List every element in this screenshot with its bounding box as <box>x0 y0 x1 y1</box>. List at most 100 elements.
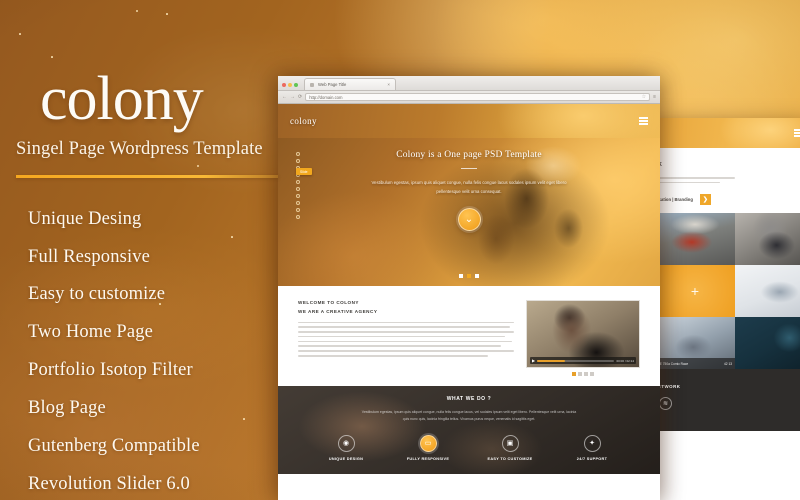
bookmark-star-icon[interactable]: ☆ <box>642 94 646 100</box>
tile-caption-text: LE 750a Comic Race <box>658 361 689 366</box>
portfolio-grid: + LE 750a Comic Race 42 13 <box>655 213 800 370</box>
browser-menu-icon[interactable]: ≡ <box>653 94 656 100</box>
our-work-heading: OUR WORK <box>655 162 800 168</box>
url-input[interactable]: http://domain.com ☆ <box>305 93 651 101</box>
red-car-tile[interactable] <box>655 213 735 266</box>
service-item-easy-to-customize[interactable]: ▣ EASY TO CUSTOMIZE <box>481 434 539 461</box>
mockup-logo[interactable]: colony <box>290 116 317 126</box>
skateboard-tile[interactable] <box>735 213 800 266</box>
service-label: UNIQUE DESIGN <box>328 456 364 461</box>
tab-title: Web Page Title <box>318 82 347 87</box>
carousel-dot[interactable] <box>584 372 588 376</box>
hero-paragraph: Vestibulum egestas, ipsum quis aliquet c… <box>371 180 567 195</box>
close-window-icon[interactable] <box>282 83 286 87</box>
browser-tab[interactable]: Web Page Title × <box>304 78 396 90</box>
scroll-down-button[interactable]: ⌄ <box>457 208 481 232</box>
carousel-dot[interactable] <box>590 372 594 376</box>
play-icon[interactable]: ▶ <box>532 358 535 363</box>
service-item-support[interactable]: ✦ 24/7 SUPPORT <box>563 434 621 461</box>
service-label: EASY TO CUSTOMIZE <box>487 456 533 461</box>
social-network-heading: SOCIAL NETWORK <box>655 384 681 390</box>
slider-rail-nav[interactable] <box>292 152 304 244</box>
carousel-dot-active[interactable] <box>467 274 471 278</box>
portfolio-filter-bar[interactable]: Design | Web Application | Branding ❯ <box>655 194 800 206</box>
video-controls[interactable]: ▶ 00:00 / 02:14 <box>530 357 636 364</box>
mockup-hero-section: Slide Colony is a One page PSD Template … <box>278 138 660 286</box>
service-item-unique-design[interactable]: ◉ UNIQUE DESIGN <box>317 434 375 461</box>
url-text: http://domain.com <box>309 94 343 100</box>
camera-icon: ▣ <box>501 434 519 452</box>
hamburger-icon[interactable] <box>639 116 648 126</box>
feature-item: Full Responsive <box>28 246 150 267</box>
video-timestamp: 00:00 / 02:14 <box>616 358 634 363</box>
night-landscape-tile[interactable] <box>735 317 800 370</box>
browser-toolbar: ← → ⟳ http://domain.com ☆ ≡ <box>278 91 660 104</box>
reload-icon[interactable]: ⟳ <box>298 94 302 100</box>
carousel-dot-active[interactable] <box>572 372 576 376</box>
megaphone-icon: ✦ <box>583 434 601 452</box>
back-icon[interactable]: ← <box>282 94 287 100</box>
tile-caption-bar: LE 750a Comic Race 42 13 <box>655 358 735 370</box>
feature-item: Gutenberg Compatible <box>28 435 200 456</box>
right-mockup-header <box>655 118 800 148</box>
close-tab-icon[interactable]: × <box>387 82 390 87</box>
lion-background-image <box>453 143 645 281</box>
mockup-welcome-section: WELCOME TO COLONY WE ARE A CREATIVE AGEN… <box>278 286 660 386</box>
brand-tagline: Singel Page Wordpress Template <box>16 139 263 159</box>
orange-add-tile[interactable]: + <box>655 265 735 318</box>
social-icon-row: t f ≋ <box>655 397 800 411</box>
hero-heading: Colony is a One page PSD Template <box>396 150 542 160</box>
eye-icon: ◉ <box>337 434 355 452</box>
carousel-dot[interactable] <box>475 274 479 278</box>
tile-meta: 42 13 <box>724 361 732 366</box>
portfolio-filter-labels[interactable]: Design | Web Application | Branding <box>655 197 693 202</box>
welcome-text-column: WELCOME TO COLONY WE ARE A CREATIVE AGEN… <box>298 300 514 376</box>
browser-tab-strip: Web Page Title × <box>278 76 660 91</box>
what-we-do-items: ◉ UNIQUE DESIGN ▭ FULLY RESPONSIVE ▣ EAS… <box>317 434 621 461</box>
carousel-dot[interactable] <box>459 274 463 278</box>
right-browser-mockup: OUR WORK Design | Web Application | Bran… <box>655 118 800 500</box>
feature-list: Unique Desing Full Responsive Easy to cu… <box>28 200 282 500</box>
right-mockup-work-section: OUR WORK Design | Web Application | Bran… <box>655 148 800 214</box>
welcome-heading: WE ARE A CREATIVE AGENCY <box>298 308 378 314</box>
jet-tile[interactable] <box>735 265 800 318</box>
left-info-panel: colony Singel Page Wordpress Template Un… <box>0 0 282 500</box>
service-item-fully-responsive[interactable]: ▭ FULLY RESPONSIVE <box>399 434 457 461</box>
hamburger-icon[interactable] <box>794 128 800 138</box>
feature-item: Portfolio Isotop Filter <box>28 360 193 381</box>
hero-rule <box>461 168 477 169</box>
video-player[interactable]: ▶ 00:00 / 02:14 <box>526 300 640 368</box>
video-progress-bar[interactable] <box>537 359 615 362</box>
favicon-icon <box>310 82 314 87</box>
maximize-window-icon[interactable] <box>294 83 298 87</box>
mockup-site-header: colony <box>278 104 660 138</box>
welcome-kicker: WELCOME TO COLONY <box>298 300 359 305</box>
motorbike-tile[interactable]: LE 750a Comic Race 42 13 <box>655 317 735 370</box>
what-we-do-heading: WHAT WE DO ? <box>446 395 492 402</box>
brand-title: colony <box>40 65 204 133</box>
plus-icon: + <box>690 283 700 300</box>
monitor-icon: ▭ <box>419 434 437 452</box>
feature-item: Unique Desing <box>28 208 142 229</box>
orange-divider <box>16 175 278 178</box>
right-mockup-footer: SOCIAL NETWORK t f ≋ <box>655 369 800 432</box>
slider-tag-label: Slide <box>296 168 312 175</box>
mockup-what-we-do-section: WHAT WE DO ? Vestibulum egestas, ipsum q… <box>278 386 660 474</box>
chevron-right-icon[interactable]: ❯ <box>699 194 711 206</box>
minimize-window-icon[interactable] <box>288 83 292 87</box>
service-label: FULLY RESPONSIVE <box>406 456 450 461</box>
our-work-paragraph <box>655 177 735 184</box>
welcome-paragraph <box>298 321 514 357</box>
feature-item: Easy to customize <box>28 284 166 305</box>
browser-mockup-window: Web Page Title × ← → ⟳ http://domain.com… <box>278 76 660 500</box>
hero-carousel-dots[interactable] <box>459 274 479 278</box>
carousel-dot[interactable] <box>578 372 582 376</box>
forward-icon[interactable]: → <box>290 94 295 100</box>
what-we-do-paragraph: Vestibulum egestas, ipsum quis aliquet c… <box>361 409 577 422</box>
window-controls[interactable] <box>282 83 298 90</box>
feature-item: Blog Page <box>28 398 106 419</box>
feature-item: Revolution Slider 6.0 <box>28 473 190 494</box>
video-carousel-dots[interactable] <box>526 372 640 376</box>
rss-icon[interactable]: ≋ <box>659 397 672 411</box>
service-label: 24/7 SUPPORT <box>576 456 608 461</box>
